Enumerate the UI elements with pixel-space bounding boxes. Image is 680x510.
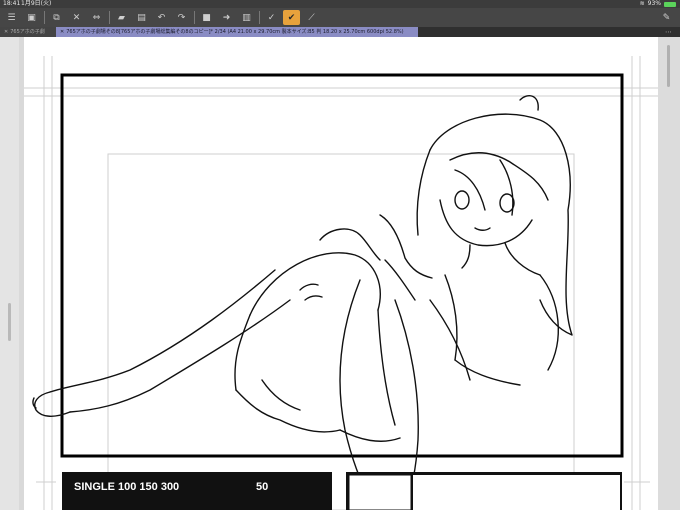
battery-icon — [664, 2, 676, 7]
toolbar-right: ✎ — [658, 10, 675, 25]
toolbar-separator — [44, 11, 45, 24]
caption-field — [413, 475, 620, 510]
transform-icon[interactable]: ✕ — [68, 10, 85, 25]
ruler-icon[interactable]: ⟋ — [303, 10, 320, 25]
caption-number: 50 — [256, 481, 268, 493]
fill-icon[interactable]: ■ — [198, 10, 215, 25]
tab-document-1[interactable]: ✕ 765アホの子劇 — [0, 27, 56, 37]
pen-icon[interactable]: ✎ — [658, 10, 675, 25]
toolbar-separator — [259, 11, 260, 24]
fit-icon[interactable]: ⧉ — [48, 10, 65, 25]
flip-icon[interactable]: ⇔ — [88, 10, 105, 25]
undo-icon[interactable]: ↶ — [153, 10, 170, 25]
close-icon[interactable]: ✕ — [60, 27, 64, 37]
layer-icon[interactable]: ▥ — [238, 10, 255, 25]
tab-bar: ✕ 765アホの子劇 ✕ 765アホの子劇場その8[765アホの子劇場総集編その… — [0, 27, 680, 37]
tab-label: 765アホの子劇場その8[765アホの子劇場総集編その8のコピー]* 2/34 … — [66, 29, 404, 35]
paper — [24, 37, 658, 510]
status-time: 18:41 — [3, 0, 21, 7]
battery-percent: 93% — [647, 0, 661, 7]
status-bar: 18:41 1月9日(火) ≋ 93% — [0, 0, 680, 8]
settings-icon[interactable]: ▣ — [23, 10, 40, 25]
tab-label: 765アホの子劇 — [10, 29, 45, 35]
save-icon[interactable]: ▤ — [133, 10, 150, 25]
more-icon[interactable]: ⋯ — [665, 27, 672, 37]
status-right: ≋ 93% — [640, 0, 676, 8]
brush-icon[interactable]: ➜ — [218, 10, 235, 25]
open-icon[interactable]: ▰ — [113, 10, 130, 25]
caption-text: SINGLE 100 150 300 — [74, 481, 179, 493]
close-icon[interactable]: ✕ — [4, 27, 8, 37]
snap-icon[interactable]: ✔ — [283, 10, 300, 25]
toolbar: ☰ ▣ ⧉ ✕ ⇔ ▰ ▤ ↶ ↷ ■ ➜ ▥ ✓ ✔ ⟋ ✎ — [0, 8, 680, 27]
menu-icon[interactable]: ☰ — [3, 10, 20, 25]
status-date: 1月9日(火) — [21, 0, 52, 7]
drawing-canvas[interactable]: SINGLE 100 150 300 50 — [0, 37, 680, 510]
toolbar-separator — [109, 11, 110, 24]
redo-icon[interactable]: ↷ — [173, 10, 190, 25]
tab-document-2[interactable]: ✕ 765アホの子劇場その8[765アホの子劇場総集編その8のコピー]* 2/3… — [56, 27, 418, 37]
check-icon[interactable]: ✓ — [263, 10, 280, 25]
toolbar-separator — [194, 11, 195, 24]
caption-inner-box — [348, 474, 412, 510]
wifi-icon: ≋ — [639, 0, 645, 7]
